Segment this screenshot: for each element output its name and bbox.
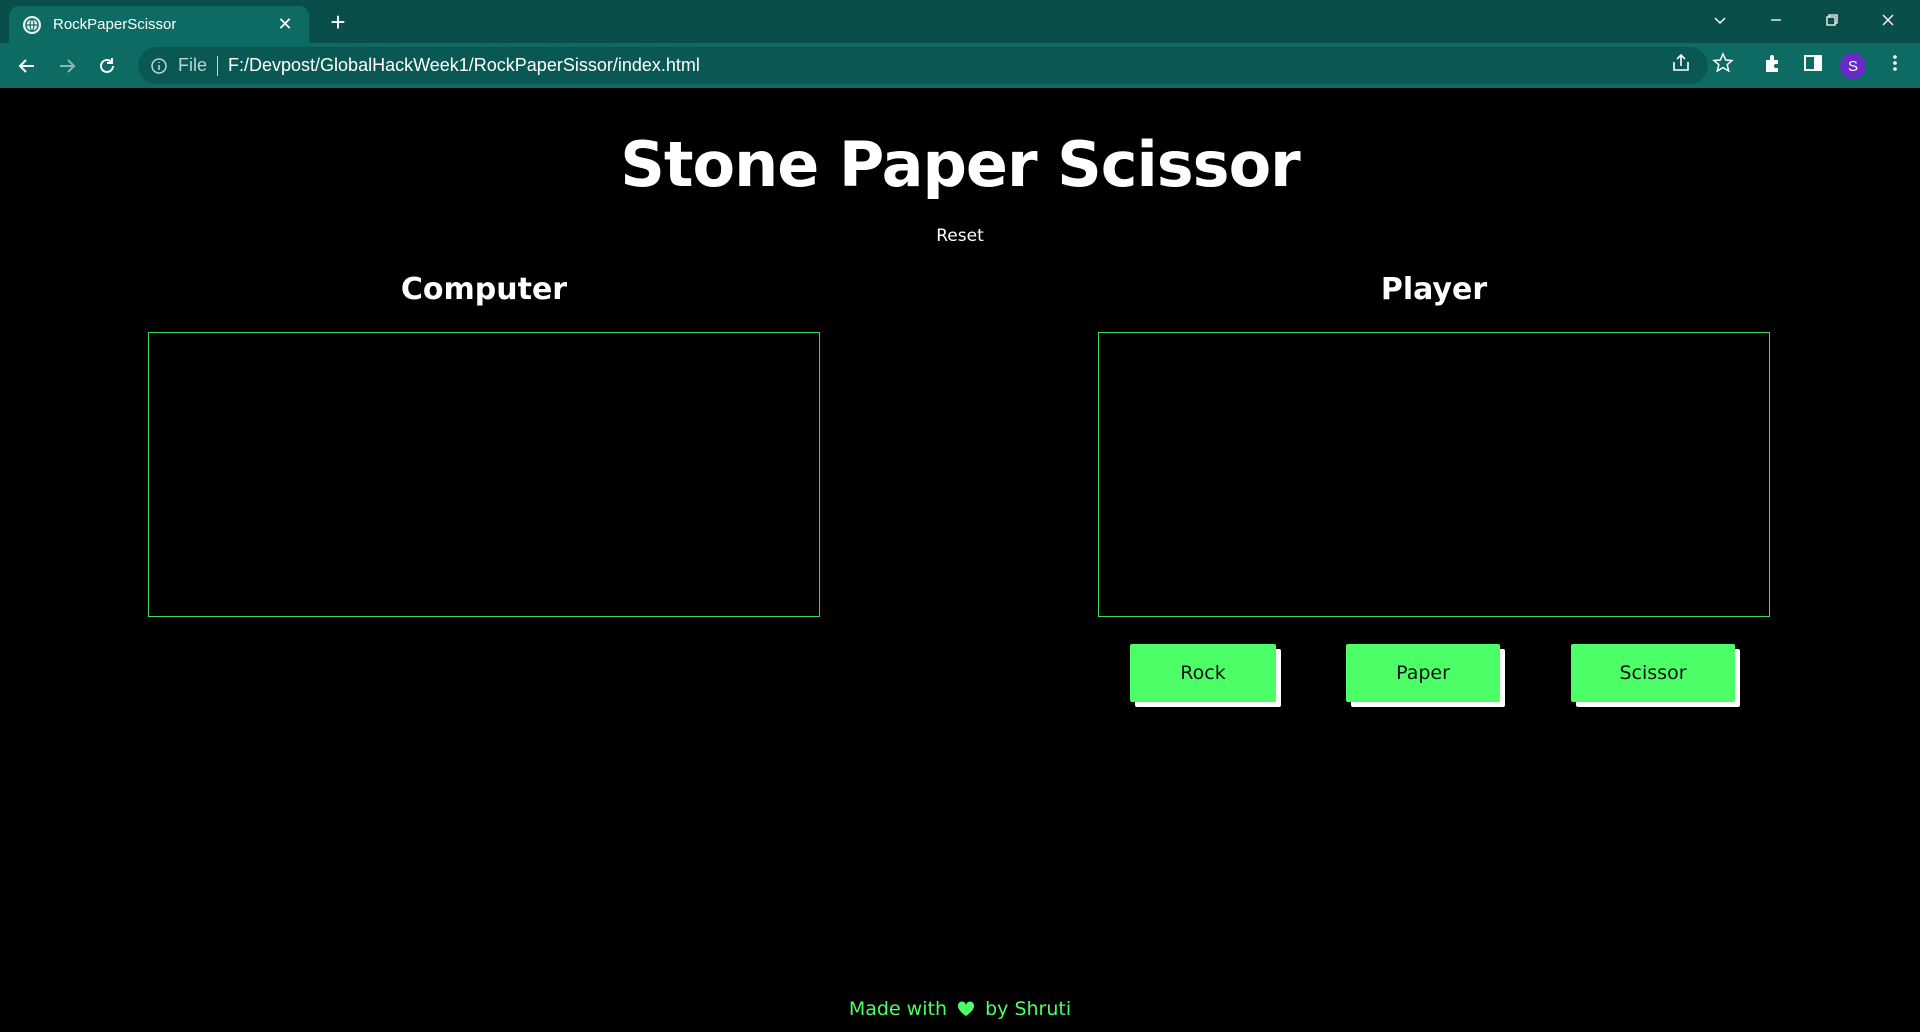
globe-icon bbox=[23, 15, 41, 34]
new-tab-button[interactable]: + bbox=[324, 8, 352, 36]
rock-button[interactable]: Rock bbox=[1130, 644, 1276, 702]
extensions-puzzle-icon[interactable] bbox=[1762, 52, 1784, 74]
reload-icon[interactable] bbox=[90, 49, 124, 83]
close-window-icon[interactable] bbox=[1860, 0, 1916, 40]
address-bar[interactable]: File F:/Devpost/GlobalHackWeek1/RockPape… bbox=[138, 47, 1708, 84]
browser-tab[interactable]: RockPaperScissor ✕ bbox=[9, 6, 309, 43]
tab-close-icon[interactable]: ✕ bbox=[275, 14, 295, 35]
tab-search-icon[interactable] bbox=[1692, 0, 1748, 40]
back-arrow-icon[interactable] bbox=[10, 49, 44, 83]
browser-tab-strip: RockPaperScissor ✕ + bbox=[0, 0, 1920, 43]
minimize-icon[interactable] bbox=[1748, 0, 1804, 40]
url-scheme: File bbox=[178, 55, 208, 75]
info-icon[interactable] bbox=[150, 57, 168, 75]
url-separator bbox=[217, 55, 219, 76]
share-icon[interactable] bbox=[1670, 52, 1692, 74]
restore-icon[interactable] bbox=[1804, 0, 1860, 40]
browser-toolbar: File F:/Devpost/GlobalHackWeek1/RockPape… bbox=[0, 43, 1920, 88]
reset-button[interactable]: Reset bbox=[920, 226, 1000, 246]
footer-prefix: Made with bbox=[848, 998, 947, 1020]
tab-title: RockPaperScissor bbox=[53, 16, 177, 33]
computer-heading: Computer bbox=[400, 272, 568, 307]
player-choice-box bbox=[1098, 332, 1770, 617]
profile-avatar[interactable]: S bbox=[1840, 53, 1866, 79]
paper-button[interactable]: Paper bbox=[1346, 644, 1500, 702]
side-panel-icon[interactable] bbox=[1802, 52, 1824, 74]
computer-choice-box bbox=[148, 332, 820, 617]
menu-kebab-icon[interactable] bbox=[1884, 52, 1906, 74]
page-title: Stone Paper Scissor bbox=[620, 128, 1301, 201]
url-text[interactable]: F:/Devpost/GlobalHackWeek1/RockPaperSiss… bbox=[228, 55, 700, 76]
forward-arrow-icon[interactable] bbox=[50, 49, 84, 83]
heart-icon bbox=[957, 1000, 975, 1022]
footer-credit: Made with by Shruti bbox=[0, 998, 1920, 1022]
footer-suffix: by Shruti bbox=[985, 998, 1072, 1020]
scissor-button[interactable]: Scissor bbox=[1571, 644, 1735, 702]
player-heading: Player bbox=[1380, 272, 1488, 307]
bookmark-star-icon[interactable] bbox=[1712, 52, 1734, 74]
